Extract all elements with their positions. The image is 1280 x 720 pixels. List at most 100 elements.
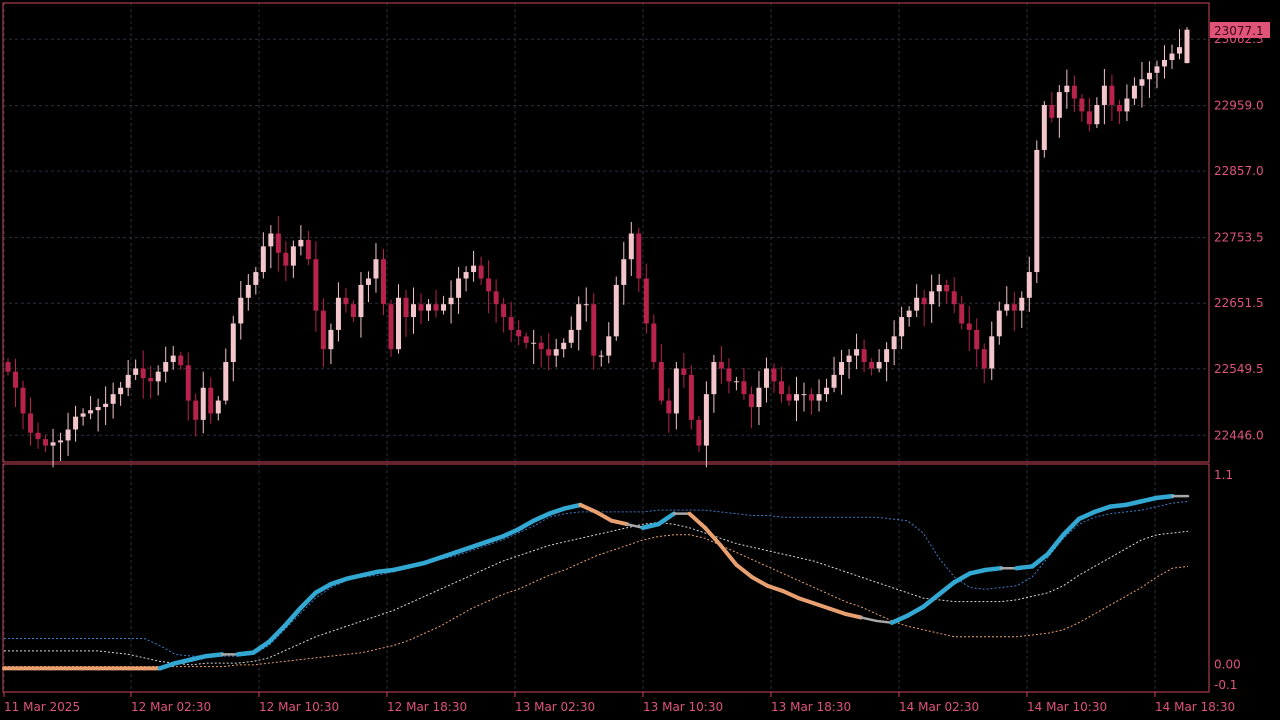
- composite-rsi-segment: [375, 567, 396, 574]
- composite-rsi-segment: [1014, 564, 1035, 571]
- candle-body: [28, 413, 34, 433]
- candle-body: [13, 371, 19, 388]
- candle-body: [1034, 149, 1040, 273]
- time-tick-label: 12 Mar 02:30: [131, 700, 211, 714]
- composite-rsi-segment: [1154, 493, 1175, 501]
- candle-body: [929, 291, 935, 305]
- candle-body: [703, 394, 709, 446]
- candle-body: [478, 265, 484, 279]
- candle-body: [238, 297, 244, 324]
- candle-body: [1169, 53, 1175, 60]
- candle-body: [546, 349, 552, 356]
- candle-body: [358, 284, 364, 318]
- candle-body: [816, 394, 822, 401]
- candle-body: [876, 362, 882, 369]
- rsi-tick-label: -0.1: [1214, 678, 1237, 692]
- candle-body: [208, 387, 214, 414]
- candle-body: [576, 304, 582, 330]
- candle-body: [628, 233, 634, 260]
- price-tick-label: 22446.0: [1214, 428, 1264, 442]
- candle-body: [531, 342, 537, 344]
- candle-body: [493, 291, 499, 305]
- candle-body: [441, 304, 447, 311]
- candle-body: [1124, 98, 1130, 112]
- candle-body: [891, 336, 897, 350]
- composite-rsi-segment: [1107, 502, 1128, 509]
- candle-body: [651, 323, 657, 363]
- candle-body: [613, 284, 619, 337]
- candle-body: [1071, 85, 1077, 99]
- candle-body: [869, 362, 875, 369]
- candle-body: [951, 291, 957, 305]
- time-tick-label: 13 Mar 18:30: [771, 700, 851, 714]
- candle-body: [200, 387, 206, 420]
- candle-body: [726, 368, 732, 382]
- candle-body: [365, 278, 371, 285]
- candle-body: [298, 239, 304, 247]
- candle-body: [696, 419, 702, 446]
- candle-body: [193, 400, 199, 420]
- candle-body: [388, 304, 394, 350]
- candle-body: [155, 371, 161, 382]
- rsi-tick-label: 1.1: [1214, 468, 1233, 482]
- candle-body: [711, 362, 717, 395]
- candle-body: [583, 304, 589, 306]
- candle-body: [561, 342, 567, 350]
- candle-body: [471, 265, 477, 273]
- candle-body: [1004, 304, 1010, 311]
- candle-body: [718, 362, 724, 369]
- candle-body: [553, 349, 559, 356]
- price-tick-label: 22753.5: [1214, 231, 1264, 245]
- indicator-header: Composite Rsi 1.9 0.9335 0.7603 0.5871 0…: [8, 471, 400, 485]
- current-price-tag: 23077.1: [1210, 22, 1270, 38]
- candle-body: [335, 297, 341, 330]
- candle-body: [1131, 85, 1137, 99]
- candle-body: [20, 387, 26, 414]
- candle-body: [824, 387, 830, 395]
- candle-body: [523, 336, 529, 343]
- candle-body: [966, 323, 972, 330]
- candle-body: [230, 323, 236, 363]
- candle: [1184, 27, 1190, 64]
- composite-rsi-segment: [875, 619, 894, 624]
- candle-body: [1161, 59, 1167, 67]
- time-tick-label: 12 Mar 10:30: [259, 700, 339, 714]
- trading-chart[interactable]: 23062.322959.022857.022753.522651.522549…: [0, 0, 1280, 720]
- symbol-header: GER30,M30 23025.1 23081.1 23025.1 23077.…: [8, 7, 300, 21]
- candle-body: [373, 259, 379, 279]
- indicator-name: Composite Rsi: [8, 471, 94, 485]
- candle-body: [974, 329, 980, 350]
- candle-body: [433, 304, 439, 311]
- composite-rsi-segment: [204, 652, 225, 659]
- candle-body: [148, 378, 154, 382]
- candle-body: [73, 416, 79, 430]
- candle-body: [50, 442, 56, 446]
- candle-body: [1154, 66, 1160, 73]
- candle-body: [283, 252, 289, 266]
- indicator-values: 1.9 0.9335 0.7603 0.5871 0.9763 0.9763 0…: [106, 471, 400, 485]
- candle-body: [125, 374, 131, 388]
- candle-body: [1184, 29, 1190, 64]
- candle-body: [118, 387, 124, 395]
- candle-body: [636, 233, 642, 279]
- ohlc-values: 23025.1 23081.1 23025.1 23077.1: [90, 7, 300, 21]
- candle-body: [103, 403, 109, 408]
- candle-body: [763, 368, 769, 388]
- candle: [688, 365, 694, 430]
- candle-body: [914, 297, 920, 311]
- candle-body: [944, 284, 950, 292]
- candle-body: [1026, 272, 1032, 298]
- candle-body: [741, 381, 747, 395]
- time-tick-label: 12 Mar 18:30: [387, 700, 467, 714]
- candle-body: [486, 278, 492, 292]
- price-tick-label: 22959.0: [1214, 99, 1264, 113]
- candle-body: [320, 310, 326, 350]
- candle-body: [58, 440, 64, 443]
- candle-body: [1146, 72, 1152, 80]
- candle-body: [163, 362, 169, 372]
- candle-body: [133, 368, 139, 375]
- price-tag-value: 23077.1: [1214, 24, 1264, 38]
- candle-body: [771, 368, 777, 382]
- candle-body: [681, 368, 687, 375]
- candle-body: [831, 374, 837, 388]
